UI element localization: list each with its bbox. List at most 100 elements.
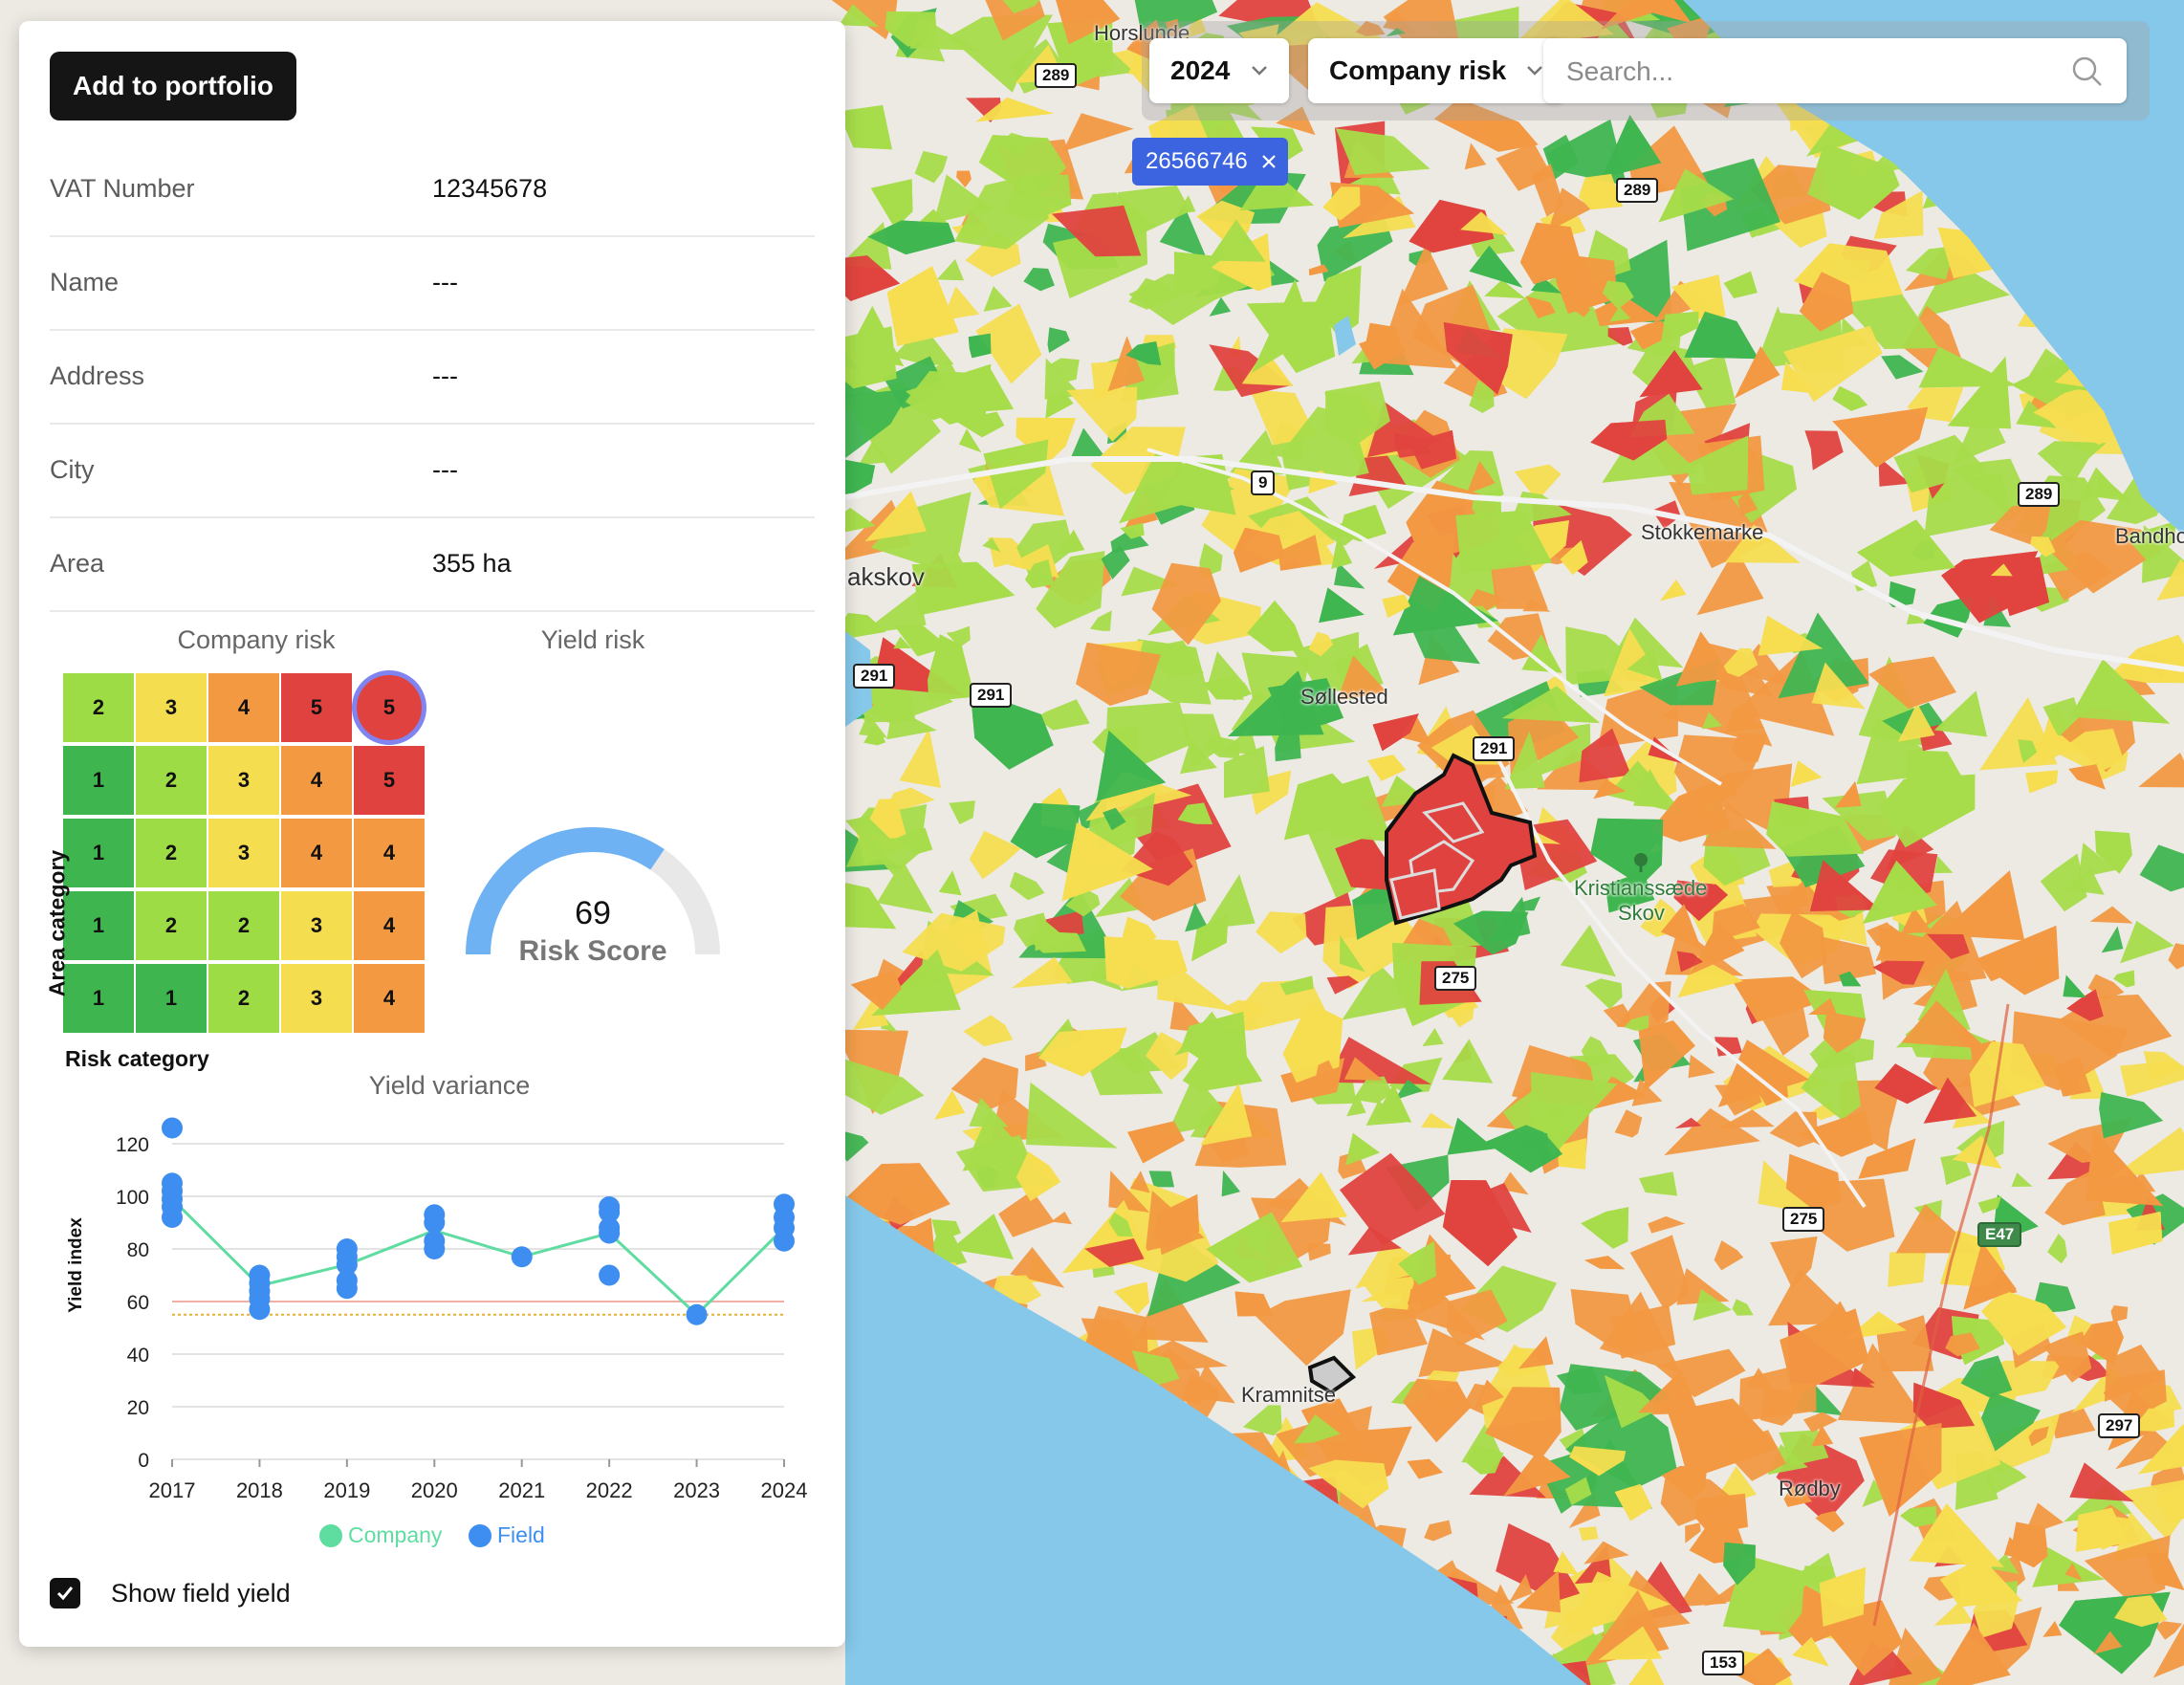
matrix-cell: 3 [136, 673, 207, 742]
chevron-down-icon [1527, 66, 1542, 76]
place-label: Kramnitse [1241, 1383, 1337, 1407]
layer-select[interactable]: Company risk [1308, 38, 1564, 103]
place-label: Søllested [1300, 685, 1388, 709]
place-label: Kristianssæde [1574, 876, 1708, 900]
matrix-cell: 4 [354, 819, 425, 887]
x-tick-label: 2021 [498, 1478, 545, 1502]
legend-company-label: Company [348, 1522, 443, 1547]
road-shield: 297 [2098, 1413, 2141, 1438]
info-row-city: City --- [50, 423, 815, 518]
map-toolbar: 2024 Company risk [1142, 21, 2150, 120]
year-select[interactable]: 2024 [1149, 38, 1289, 103]
matrix-cell: 1 [63, 964, 134, 1033]
place-label: Skov [1618, 901, 1665, 925]
yield-risk-title: Yield risk [540, 625, 645, 654]
risk-category-axis-label: Risk category [65, 1046, 209, 1071]
matrix-cell: 2 [136, 819, 207, 887]
field-point[interactable] [336, 1278, 358, 1300]
field-point[interactable] [424, 1238, 446, 1259]
road-shield: 291 [970, 683, 1013, 708]
company-panel: Add to portfolio VAT Number 12345678 Nam… [19, 21, 845, 1647]
matrix-cell: 2 [63, 673, 134, 742]
info-value: 12345678 [432, 174, 548, 203]
road-shield: E47 [1977, 1222, 2022, 1247]
info-row-address: Address --- [50, 329, 815, 425]
info-label: Address [50, 361, 145, 390]
matrix-cell: 1 [63, 819, 134, 887]
show-field-yield-checkbox[interactable] [50, 1578, 80, 1608]
field-point[interactable] [162, 1117, 183, 1139]
road-shield: 289 [2018, 482, 2061, 507]
x-tick-label: 2020 [411, 1478, 458, 1502]
y-tick-label: 100 [116, 1187, 149, 1209]
field-point[interactable] [599, 1264, 621, 1286]
y-tick-label: 40 [127, 1345, 149, 1367]
info-label: Name [50, 268, 120, 296]
legend-company[interactable]: Company [319, 1522, 442, 1548]
field-point[interactable] [249, 1299, 271, 1321]
info-row-area: Area 355 ha [50, 516, 815, 612]
matrix-cell: 2 [136, 891, 207, 960]
matrix-cell: 1 [136, 964, 207, 1033]
search-input[interactable] [1564, 48, 2046, 96]
risk-score-label: Risk Score [518, 935, 667, 967]
legend-company-swatch [319, 1523, 342, 1547]
selected-company-chip[interactable]: 26566746 [1132, 138, 1288, 186]
legend-field-label: Field [497, 1522, 545, 1547]
matrix-cell: 1 [63, 746, 134, 815]
matrix-cell: 3 [208, 819, 279, 887]
matrix-cell: 4 [281, 819, 352, 887]
info-label: City [50, 455, 95, 484]
layer-select-value: Company risk [1329, 55, 1507, 85]
close-icon[interactable] [1261, 154, 1277, 169]
show-field-yield-label: Show field yield [111, 1579, 291, 1608]
field-polygon[interactable] [1888, 1250, 1927, 1287]
company-risk-matrix: 2345512345123441223411234 [63, 670, 426, 1037]
y-tick-label: 80 [127, 1239, 149, 1261]
legend-field-swatch [469, 1523, 491, 1547]
company-risk-title: Company risk [177, 625, 336, 654]
info-row-name: Name --- [50, 235, 815, 331]
road-shield: 275 [1782, 1207, 1825, 1232]
matrix-cell: 4 [281, 746, 352, 815]
field-point[interactable] [162, 1207, 183, 1228]
matrix-cell-highlighted: 5 [352, 670, 426, 745]
y-tick-label: 120 [116, 1134, 149, 1156]
road-shield: 9 [1251, 470, 1276, 495]
matrix-cell: 3 [281, 891, 352, 960]
matrix-cell: 5 [354, 746, 425, 815]
matrix-cell: 1 [63, 891, 134, 960]
add-to-portfolio-button[interactable]: Add to portfolio [50, 52, 296, 120]
field-point[interactable] [599, 1222, 621, 1244]
legend-field[interactable]: Field [469, 1522, 545, 1548]
matrix-cell: 5 [281, 673, 352, 742]
chevron-down-icon [1252, 66, 1267, 76]
info-value: --- [432, 268, 458, 296]
field-point[interactable] [511, 1246, 533, 1268]
field-point[interactable] [686, 1303, 708, 1325]
info-label: VAT Number [50, 174, 195, 203]
x-tick-label: 2024 [761, 1478, 808, 1502]
y-tick-label: 20 [127, 1397, 149, 1419]
field-point[interactable] [424, 1212, 446, 1234]
area-category-axis-label: Area category [44, 849, 70, 997]
field-point[interactable] [774, 1230, 795, 1252]
place-label: akskov [847, 562, 925, 591]
road-shield: 289 [1035, 63, 1078, 88]
matrix-cell: 2 [136, 746, 207, 815]
year-select-value: 2024 [1170, 55, 1231, 85]
info-value: --- [432, 455, 458, 484]
search-icon[interactable] [2071, 55, 2104, 88]
matrix-cell: 2 [208, 891, 279, 960]
place-label: Bandho [2115, 524, 2184, 548]
y-tick-label: 0 [138, 1450, 149, 1472]
info-row-vat: VAT Number 12345678 [50, 142, 815, 237]
x-tick-label: 2017 [149, 1478, 196, 1502]
matrix-cell: 2 [208, 964, 279, 1033]
road-shield: 291 [1473, 736, 1516, 761]
risk-score-value: 69 [575, 895, 611, 931]
info-value: 355 ha [432, 549, 512, 578]
road-shield: 275 [1434, 966, 1477, 991]
yield-variance-chart: 0 20 40 60 80 100 120 2017 2018 2019 2020 2021 2022 2… [116, 1117, 808, 1502]
road-shield: 291 [853, 664, 896, 689]
